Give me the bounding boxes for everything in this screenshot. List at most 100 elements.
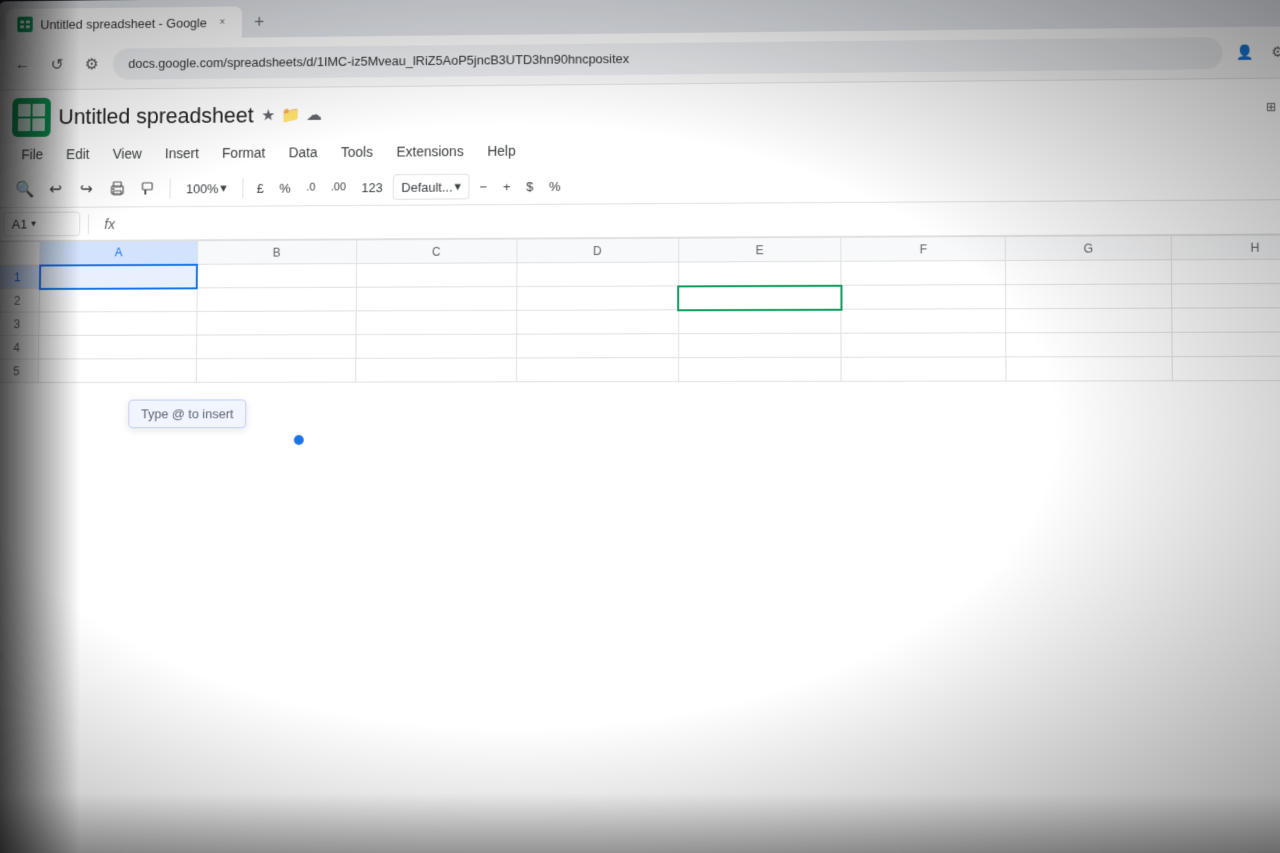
undo-button[interactable]: ↩ <box>42 176 69 203</box>
cell-C5[interactable] <box>355 358 516 382</box>
print-button[interactable] <box>104 175 131 203</box>
spreadsheet-title[interactable]: Untitled spreadsheet <box>58 103 253 130</box>
font-size-increase-button[interactable]: + <box>497 175 516 198</box>
cell-B2[interactable] <box>197 287 356 311</box>
percent-button[interactable]: % <box>273 176 296 199</box>
sheets-header: Untitled spreadsheet ★ 📁 ☁ ⊞ ⊡ ↑ <box>0 78 1280 172</box>
row-header-5[interactable]: 5 <box>0 359 39 383</box>
dollar-format-button[interactable]: $ <box>520 175 539 198</box>
cell-E1[interactable] <box>678 261 841 286</box>
menu-data[interactable]: Data <box>279 140 328 164</box>
cell-C3[interactable] <box>356 310 517 334</box>
cell-A1[interactable] <box>39 264 197 288</box>
col-header-A[interactable]: A <box>40 241 198 265</box>
font-arrow-icon: ▾ <box>454 179 461 195</box>
cell-C1[interactable] <box>356 263 516 287</box>
col-header-B[interactable]: B <box>197 240 356 264</box>
row-header-3[interactable]: 3 <box>0 312 39 336</box>
font-size-decrease-button[interactable]: − <box>474 175 493 198</box>
cell-reference-box[interactable]: A1 ▾ <box>3 212 80 237</box>
col-header-G[interactable]: G <box>1006 236 1172 261</box>
menu-edit[interactable]: Edit <box>56 142 99 166</box>
cloud-icon: ☁ <box>306 105 322 125</box>
cell-G3[interactable] <box>1006 308 1172 333</box>
search-button[interactable]: 🔍 <box>11 176 38 203</box>
col-header-D[interactable]: D <box>517 238 679 263</box>
cell-H4[interactable] <box>1172 332 1280 357</box>
logo-cell-3 <box>18 118 31 131</box>
cell-A2[interactable] <box>39 288 197 312</box>
cell-H2[interactable] <box>1172 283 1280 308</box>
cell-G2[interactable] <box>1006 284 1172 309</box>
cell-ref-text: A1 <box>12 217 27 232</box>
menu-format[interactable]: Format <box>212 141 275 165</box>
font-selector[interactable]: Default... ▾ <box>393 174 470 200</box>
menu-insert[interactable]: Insert <box>155 141 209 165</box>
star-icon[interactable]: ★ <box>261 106 275 126</box>
menu-tools[interactable]: Tools <box>331 140 383 164</box>
formula-input[interactable] <box>130 217 1280 224</box>
percent-format-button[interactable]: % <box>543 175 566 198</box>
col-header-E[interactable]: E <box>678 237 841 262</box>
row-header-2[interactable]: 2 <box>0 288 39 312</box>
cell-D5[interactable] <box>516 358 678 382</box>
active-tab[interactable]: Untitled spreadsheet - Google × <box>6 6 242 40</box>
menu-extensions[interactable]: Extensions <box>387 139 474 163</box>
tab-close-button[interactable]: × <box>214 14 230 30</box>
refresh-button[interactable]: ↺ <box>44 51 71 78</box>
paint-format-button[interactable] <box>135 175 162 203</box>
cell-C4[interactable] <box>356 334 517 358</box>
menu-file[interactable]: File <box>12 143 53 167</box>
cell-A4[interactable] <box>39 335 197 359</box>
row-header-1[interactable]: 1 <box>0 265 40 289</box>
cell-G1[interactable] <box>1006 260 1172 285</box>
url-bar[interactable]: docs.google.com/spreadsheets/d/1IMC-iz5M… <box>113 37 1223 80</box>
chrome-profile-button[interactable]: 👤 <box>1231 38 1260 66</box>
cell-H1[interactable] <box>1172 259 1280 284</box>
cell-E5[interactable] <box>678 357 841 381</box>
cell-E2[interactable] <box>678 285 841 310</box>
chrome-extensions-button[interactable]: ⚙ <box>1263 38 1280 66</box>
cell-H3[interactable] <box>1172 308 1280 333</box>
cell-F4[interactable] <box>841 333 1006 357</box>
col-header-C[interactable]: C <box>356 239 516 263</box>
cell-D2[interactable] <box>516 286 678 310</box>
cell-B5[interactable] <box>196 358 355 382</box>
cell-F1[interactable] <box>841 261 1006 286</box>
cell-D4[interactable] <box>516 334 678 358</box>
cell-G4[interactable] <box>1006 332 1172 357</box>
cell-E4[interactable] <box>678 333 841 357</box>
menu-view[interactable]: View <box>103 142 152 166</box>
cell-D1[interactable] <box>516 262 678 287</box>
cell-drag-handle[interactable] <box>294 435 304 445</box>
cell-F2[interactable] <box>841 285 1006 310</box>
cell-A3[interactable] <box>39 311 197 335</box>
col-header-F[interactable]: F <box>841 236 1005 261</box>
menu-help[interactable]: Help <box>477 139 525 163</box>
currency-button[interactable]: £ <box>251 177 270 200</box>
number-format-button[interactable]: 123 <box>356 176 389 199</box>
drive-icon: 📁 <box>281 105 301 125</box>
cell-B1[interactable] <box>197 264 356 288</box>
settings-button[interactable]: ⚙ <box>78 50 105 77</box>
decimal-increase-button[interactable]: .00 <box>325 177 352 197</box>
font-name: Default... <box>401 179 452 194</box>
cell-G5[interactable] <box>1006 357 1172 382</box>
cell-B4[interactable] <box>196 335 355 359</box>
new-tab-button[interactable]: + <box>245 8 272 36</box>
cell-F3[interactable] <box>841 309 1006 334</box>
row-header-4[interactable]: 4 <box>0 335 39 359</box>
cell-A5[interactable] <box>38 359 196 383</box>
cell-E3[interactable] <box>678 309 841 333</box>
cell-C2[interactable] <box>356 287 517 311</box>
zoom-selector[interactable]: 100% ▾ <box>178 176 234 200</box>
cell-F5[interactable] <box>841 357 1006 381</box>
cell-B3[interactable] <box>197 311 356 335</box>
redo-button[interactable]: ↪ <box>73 175 100 203</box>
decimal-decrease-button[interactable]: .0 <box>300 178 321 198</box>
cell-D3[interactable] <box>516 310 678 334</box>
cell-H5[interactable] <box>1172 356 1280 381</box>
back-button[interactable]: ← <box>9 51 36 78</box>
col-header-H[interactable]: H <box>1171 235 1280 260</box>
settings-icon: ⚙ <box>85 54 99 74</box>
